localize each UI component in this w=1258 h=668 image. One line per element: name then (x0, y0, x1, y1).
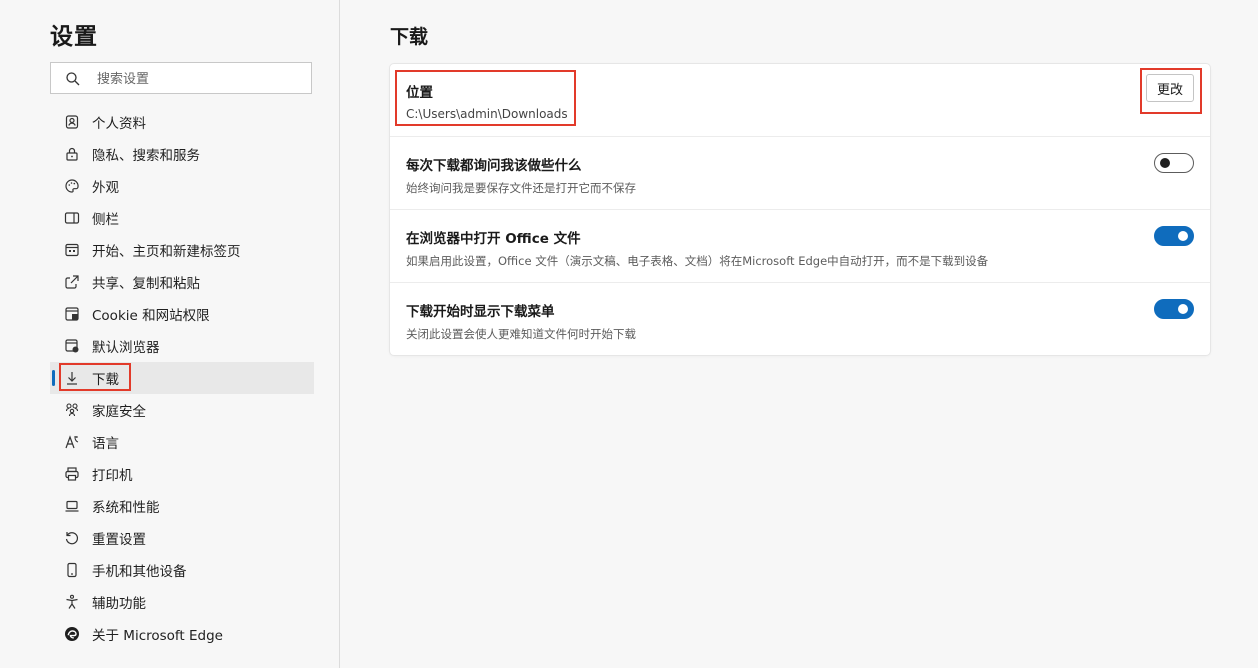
setting-desc: 关闭此设置会使人更难知道文件何时开始下载 (406, 327, 636, 341)
nav-item-default-browser[interactable]: 默认浏览器 (50, 330, 314, 362)
nav-label: 重置设置 (92, 532, 146, 548)
ask-each-download-toggle[interactable] (1154, 153, 1194, 173)
nav-label: 打印机 (92, 468, 133, 484)
nav-item-privacy[interactable]: 隐私、搜索和服务 (50, 138, 314, 170)
nav-label: 辅助功能 (92, 596, 146, 612)
sidebar-icon (64, 210, 80, 226)
nav-item-accessibility[interactable]: 辅助功能 (50, 586, 314, 618)
nav-label: 关于 Microsoft Edge (92, 628, 223, 644)
active-indicator (52, 370, 55, 386)
settings-nav: 个人资料 隐私、搜索和服务 外观 侧栏 开始、主页和新建标签页 共享、复制和粘贴… (50, 106, 314, 650)
toggle-knob (1178, 304, 1188, 314)
nav-label: 下载 (92, 372, 119, 388)
nav-label: 默认浏览器 (92, 340, 160, 356)
show-download-menu-row: 下载开始时显示下载菜单 关闭此设置会使人更难知道文件何时开始下载 (390, 283, 1210, 356)
nav-item-family[interactable]: 家庭安全 (50, 394, 314, 426)
setting-desc: 如果启用此设置，Office 文件（演示文稿、电子表格、文档）将在Microso… (406, 254, 989, 268)
search-input[interactable] (95, 66, 309, 92)
nav-item-printers[interactable]: 打印机 (50, 458, 314, 490)
laptop-icon (64, 498, 80, 514)
page-title: 下载 (390, 26, 429, 48)
search-icon (65, 71, 81, 87)
toggle-knob (1160, 158, 1170, 168)
phone-icon (64, 562, 80, 578)
ask-each-download-row: 每次下载都询问我该做些什么 始终询问我是要保存文件还是打开它而不保存 (390, 137, 1210, 210)
nav-item-system[interactable]: 系统和性能 (50, 490, 314, 522)
change-location-button[interactable]: 更改 (1146, 74, 1194, 102)
nav-label: 个人资料 (92, 116, 146, 132)
nav-item-appearance[interactable]: 外观 (50, 170, 314, 202)
nav-item-downloads[interactable]: 下载 (50, 362, 314, 394)
accessibility-icon (64, 594, 80, 610)
toggle-knob (1178, 231, 1188, 241)
nav-label: 家庭安全 (92, 404, 146, 420)
downloads-settings-card: 位置 C:\Users\admin\Downloads 更改 每次下载都询问我该… (390, 64, 1210, 355)
location-title: 位置 (406, 85, 433, 101)
nav-item-about[interactable]: 关于 Microsoft Edge (50, 618, 314, 650)
edge-logo-icon (64, 626, 80, 642)
nav-item-sidebar[interactable]: 侧栏 (50, 202, 314, 234)
open-office-files-toggle[interactable] (1154, 226, 1194, 246)
nav-item-reset[interactable]: 重置设置 (50, 522, 314, 554)
location-path: C:\Users\admin\Downloads (406, 107, 568, 121)
home-tab-icon (64, 242, 80, 258)
palette-icon (64, 178, 80, 194)
nav-label: 语言 (92, 436, 119, 452)
share-icon (64, 274, 80, 290)
nav-item-phone[interactable]: 手机和其他设备 (50, 554, 314, 586)
nav-label: 侧栏 (92, 212, 119, 228)
search-box[interactable] (50, 62, 312, 94)
nav-label: Cookie 和网站权限 (92, 308, 210, 324)
nav-item-profile[interactable]: 个人资料 (50, 106, 314, 138)
setting-title: 在浏览器中打开 Office 文件 (406, 231, 581, 247)
printer-icon (64, 466, 80, 482)
setting-desc: 始终询问我是要保存文件还是打开它而不保存 (406, 181, 636, 195)
setting-title: 每次下载都询问我该做些什么 (406, 158, 582, 174)
nav-label: 系统和性能 (92, 500, 160, 516)
settings-sidebar: 设置 个人资料 隐私、搜索和服务 外观 侧栏 开始、主页和新建标签页 (0, 0, 340, 668)
nav-label: 共享、复制和粘贴 (92, 276, 200, 292)
language-icon (64, 434, 80, 450)
open-office-files-row: 在浏览器中打开 Office 文件 如果启用此设置，Office 文件（演示文稿… (390, 210, 1210, 283)
nav-label: 开始、主页和新建标签页 (92, 244, 241, 260)
show-download-menu-toggle[interactable] (1154, 299, 1194, 319)
nav-item-cookies[interactable]: Cookie 和网站权限 (50, 298, 314, 330)
site-permissions-icon (64, 306, 80, 322)
reset-icon (64, 530, 80, 546)
location-row: 位置 C:\Users\admin\Downloads 更改 (390, 64, 1210, 137)
lock-icon (64, 146, 80, 162)
setting-title: 下载开始时显示下载菜单 (406, 304, 555, 320)
default-browser-icon (64, 338, 80, 354)
nav-label: 隐私、搜索和服务 (92, 148, 200, 164)
profile-icon (64, 114, 80, 130)
download-icon (64, 370, 80, 386)
nav-label: 手机和其他设备 (92, 564, 187, 580)
nav-item-language[interactable]: 语言 (50, 426, 314, 458)
sidebar-title: 设置 (50, 24, 98, 50)
nav-item-share[interactable]: 共享、复制和粘贴 (50, 266, 314, 298)
family-icon (64, 402, 80, 418)
nav-item-start-home[interactable]: 开始、主页和新建标签页 (50, 234, 314, 266)
nav-label: 外观 (92, 180, 119, 196)
